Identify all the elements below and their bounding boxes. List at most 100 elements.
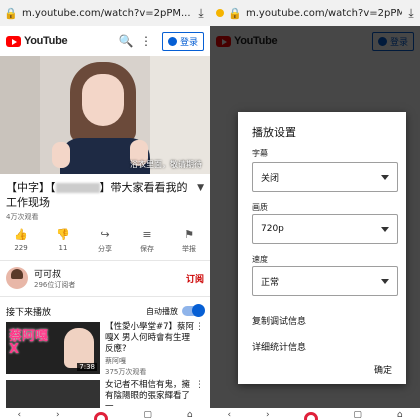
dislike-icon: 👎 xyxy=(56,228,70,241)
tabs-icon[interactable]: ▢ xyxy=(353,410,362,420)
lock-icon: 🔒 xyxy=(228,6,242,20)
video-subtitle: 浴衣里面，敬请期待 xyxy=(130,160,202,169)
subscriber-count: 296位订阅者 xyxy=(34,280,76,289)
dislike-count: 11 xyxy=(58,244,68,252)
playback-settings-dialog: 播放设置 字幕 关闭 画质 720p 速度 正常 复制调试信息 详细统计信息 确… xyxy=(238,112,406,384)
autoplay-label: 自动播放 xyxy=(146,306,178,316)
dislike-button[interactable]: 👎 11 xyxy=(42,228,84,258)
video-thumbnail[interactable] xyxy=(6,380,100,410)
browser-bottom-nav: ‹ › ▢ ⌂ xyxy=(0,408,210,420)
forward-icon[interactable]: › xyxy=(56,410,60,420)
subscribe-button[interactable]: 订阅 xyxy=(186,272,204,285)
report-icon: ⚑ xyxy=(184,228,194,241)
home-icon[interactable]: ⌂ xyxy=(187,410,193,420)
share-icon: ↪ xyxy=(100,228,110,241)
rec-views: 375万次观看 xyxy=(105,368,147,376)
rec-title: 【性愛小學堂#7】蔡阿嘎X 男人何時會有生理反應? xyxy=(105,322,195,354)
chevron-down-icon[interactable]: ▼ xyxy=(197,181,204,196)
download-icon[interactable]: ⤓ xyxy=(192,6,210,21)
share-button[interactable]: ↪ 分享 xyxy=(84,228,126,258)
video-background-door xyxy=(150,56,210,174)
tabs-icon[interactable]: ▢ xyxy=(143,410,152,420)
dropdown-arrow-icon xyxy=(381,279,389,284)
quality-select[interactable]: 720p xyxy=(252,214,398,244)
channel-row[interactable]: 可可叔 296位订阅者 订阅 xyxy=(6,264,204,292)
video-player[interactable]: 浴衣里面，敬请期待 xyxy=(0,56,210,174)
search-icon[interactable]: 🔍 xyxy=(116,34,136,48)
caption-select[interactable]: 关闭 xyxy=(252,162,398,192)
video-person-hand xyxy=(52,142,70,168)
share-label: 分享 xyxy=(98,245,112,253)
report-label: 举报 xyxy=(182,245,196,253)
list-item[interactable]: 蔡阿嘎 X 7:38 【性愛小學堂#7】蔡阿嘎X 男人何時會有生理反應? 蔡阿嘎… xyxy=(6,322,204,377)
report-button[interactable]: ⚑ 举报 xyxy=(168,228,210,258)
speed-label: 速度 xyxy=(252,255,268,264)
video-person-face xyxy=(82,74,124,126)
channel-avatar[interactable] xyxy=(6,267,28,289)
autoplay-toggle[interactable] xyxy=(182,304,205,317)
youtube-logo[interactable]: YouTube xyxy=(6,35,68,47)
opera-icon[interactable] xyxy=(94,412,109,420)
save-icon: ≡ xyxy=(142,228,152,241)
more-vert-icon[interactable]: ⋮ xyxy=(195,380,204,390)
url-text[interactable]: m.youtube.com/watch?v=2pPM... xyxy=(246,8,402,19)
blurred-text xyxy=(55,183,100,193)
copy-debug-info-link[interactable]: 复制调试信息 xyxy=(252,314,306,327)
youtube-logo-text: YouTube xyxy=(24,35,68,47)
video-thumbnail[interactable]: 蔡阿嘎 X 7:38 xyxy=(6,322,100,374)
browser-url-bar[interactable]: 🔒 m.youtube.com/watch?v=2pPM... ⤓ xyxy=(210,0,420,26)
quality-value: 720p xyxy=(261,224,284,234)
video-title: 【中字】【 】带大家看看我的工作现场 ▼ xyxy=(6,180,204,210)
lock-icon: 🔒 xyxy=(4,6,18,20)
stats-for-nerds-link[interactable]: 详细统计信息 xyxy=(252,340,306,353)
video-background-wall xyxy=(0,56,40,174)
signin-label: 登录 xyxy=(179,37,198,48)
like-icon: 👍 xyxy=(14,228,28,241)
like-count: 229 xyxy=(14,244,28,252)
thumbnail-text: X xyxy=(9,342,20,357)
duration-badge: 7:38 xyxy=(77,363,97,371)
signin-button[interactable]: 登录 xyxy=(161,31,204,51)
like-button[interactable]: 👍 229 xyxy=(0,228,42,258)
channel-info: 可可叔 296位订阅者 xyxy=(34,267,186,290)
rec-channel: 蔡阿嘎 xyxy=(105,357,126,365)
url-text[interactable]: m.youtube.com/watch?v=2pPM... xyxy=(22,8,192,19)
back-icon[interactable]: ‹ xyxy=(17,410,21,420)
speed-select[interactable]: 正常 xyxy=(252,266,398,296)
browser-bottom-nav: ‹ › ▢ ⌂ xyxy=(210,408,420,420)
back-icon[interactable]: ‹ xyxy=(227,410,231,420)
quality-label: 画质 xyxy=(252,203,268,212)
watch-page: 🔒 m.youtube.com/watch?v=2pPM... ⤓ YouTub… xyxy=(0,0,210,420)
up-next-label: 接下来播放 xyxy=(6,307,52,318)
download-icon[interactable]: ⤓ xyxy=(402,6,420,21)
dropdown-arrow-icon xyxy=(381,227,389,232)
forward-icon[interactable]: › xyxy=(266,410,270,420)
more-vert-icon[interactable]: ⋮ xyxy=(195,322,204,332)
status-dot-icon xyxy=(216,9,224,17)
rec-info: 【性愛小學堂#7】蔡阿嘎X 男人何時會有生理反應? 蔡阿嘎 375万次观看 ⋮ xyxy=(105,322,204,377)
channel-name: 可可叔 xyxy=(34,269,62,280)
dropdown-arrow-icon xyxy=(381,175,389,180)
view-count: 4万次观看 xyxy=(6,213,39,221)
up-next-header: 接下来播放 自动播放 xyxy=(6,304,205,318)
video-title-prefix: 【中字】【 xyxy=(6,181,56,194)
home-icon[interactable]: ⌂ xyxy=(397,410,403,420)
save-button[interactable]: ≡ 保存 xyxy=(126,228,168,258)
thumbnail-person xyxy=(64,328,94,368)
save-label: 保存 xyxy=(140,245,154,253)
speed-value: 正常 xyxy=(261,277,280,288)
caption-value: 关闭 xyxy=(261,173,280,184)
youtube-header: YouTube 🔍 ⋮ 登录 xyxy=(0,26,210,56)
action-bar: 👍 229 👎 11 ↪ 分享 ≡ 保存 ⚑ 举报 xyxy=(0,228,210,258)
ok-button[interactable]: 确定 xyxy=(374,363,392,376)
divider xyxy=(0,296,210,297)
opera-icon[interactable] xyxy=(304,412,319,420)
youtube-play-icon xyxy=(6,35,21,47)
dialog-title: 播放设置 xyxy=(252,126,296,139)
more-vert-icon[interactable]: ⋮ xyxy=(136,34,156,48)
watch-page-settings: 🔒 m.youtube.com/watch?v=2pPM... ⤓ YouTub… xyxy=(210,0,420,420)
caption-label: 字幕 xyxy=(252,149,268,158)
browser-url-bar[interactable]: 🔒 m.youtube.com/watch?v=2pPM... ⤓ xyxy=(0,0,210,26)
account-icon xyxy=(167,36,177,46)
video-title-section[interactable]: 【中字】【 】带大家看看我的工作现场 ▼ 4万次观看 xyxy=(6,180,204,222)
